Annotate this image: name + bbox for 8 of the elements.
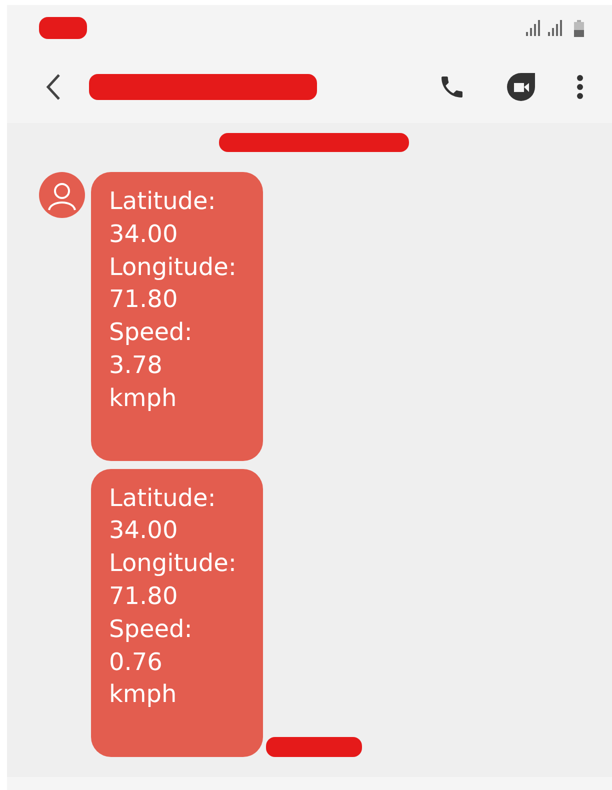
back-icon[interactable] xyxy=(45,73,61,102)
message-bubble[interactable]: Latitude: 34.00 Longitude: 71.80 Speed: 0.76 kmph xyxy=(91,468,263,758)
avatar-icon[interactable] xyxy=(39,172,85,218)
battery-icon xyxy=(574,20,584,37)
message-bubble[interactable]: Latitude: 34.00 Longitude: 71.80 Speed: 3.78 kmph xyxy=(91,172,263,461)
more-options-icon[interactable] xyxy=(576,74,584,100)
video-call-icon[interactable] xyxy=(506,72,536,102)
redaction-mark xyxy=(39,17,87,40)
